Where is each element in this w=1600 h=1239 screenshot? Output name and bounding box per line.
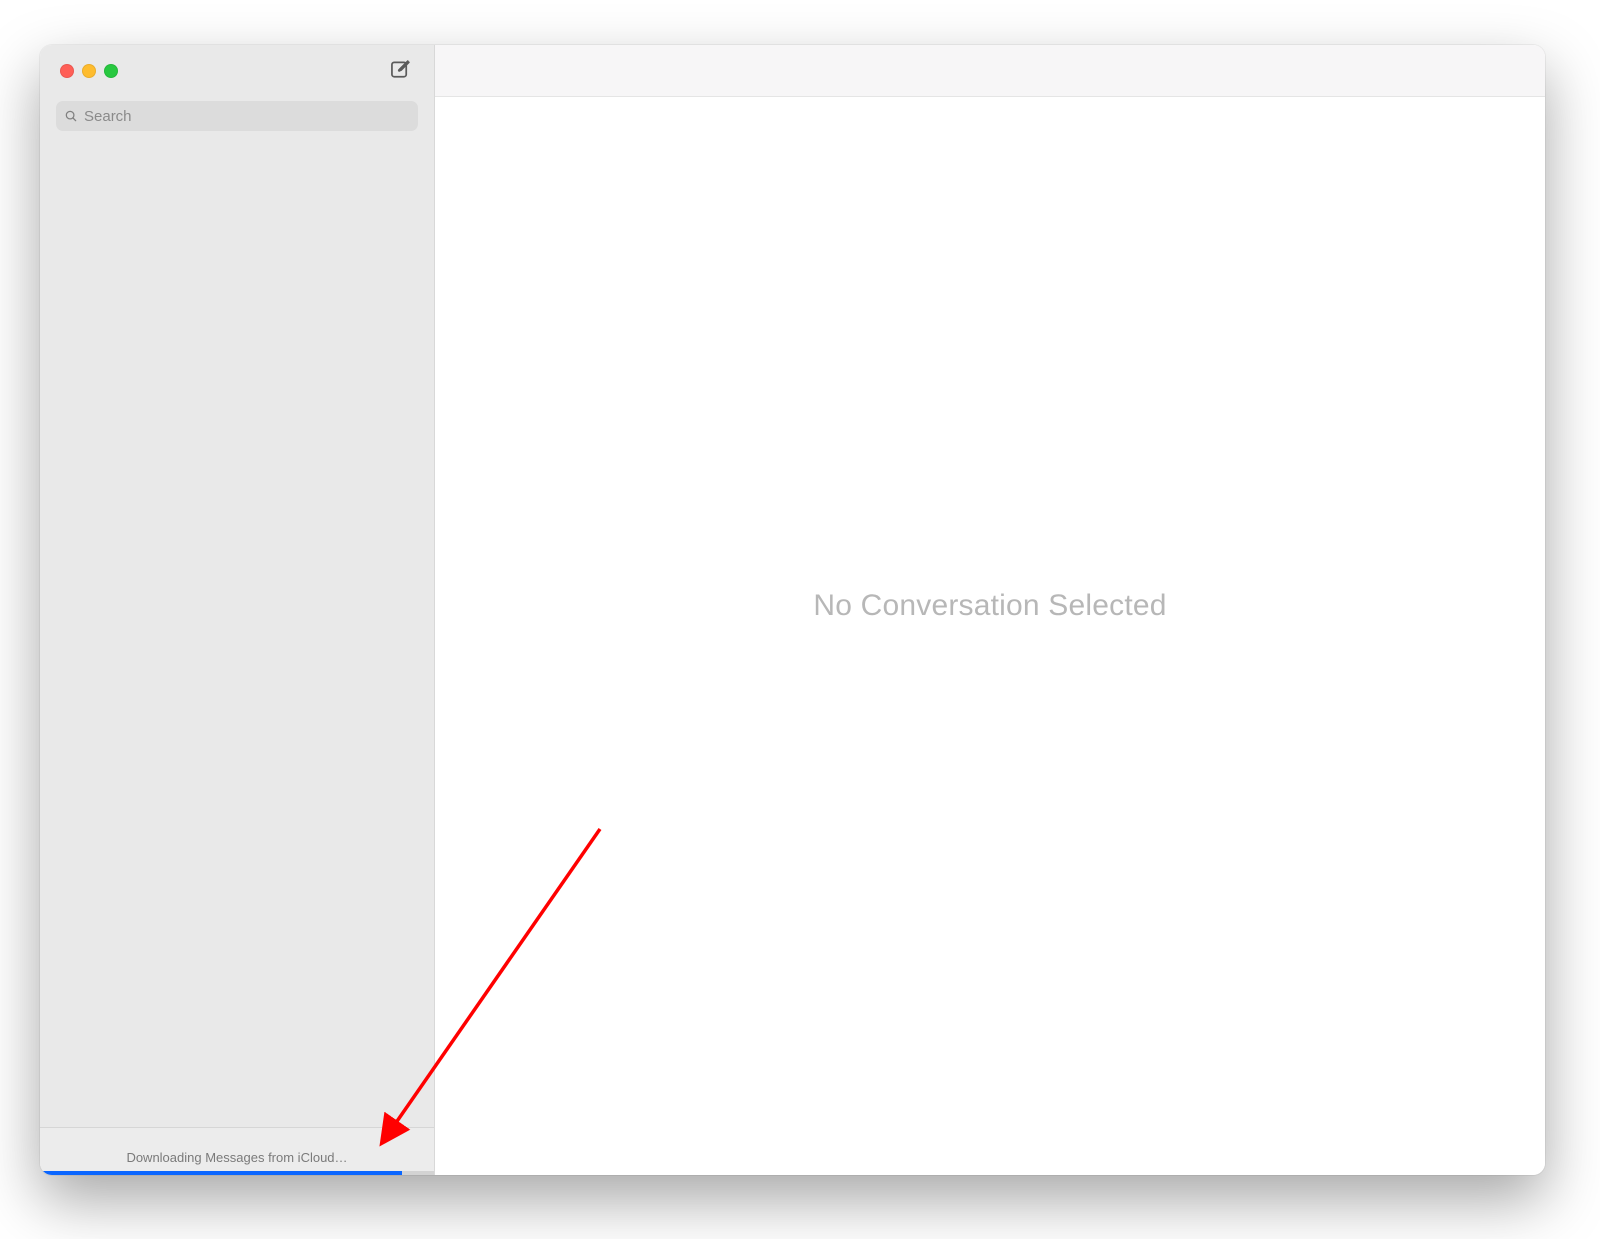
main-pane: No Conversation Selected [435,45,1545,1175]
sidebar: Downloading Messages from iCloud… [40,45,435,1175]
main-content: No Conversation Selected [435,97,1545,1175]
sidebar-titlebar [40,45,434,97]
sync-progress-track [40,1171,434,1175]
window-traffic-lights [60,64,118,78]
conversation-list [40,141,434,1127]
app-window: Downloading Messages from iCloud… No Con… [40,45,1545,1175]
compose-icon [389,58,411,85]
window-minimize-button[interactable] [82,64,96,78]
search-field[interactable] [56,101,418,131]
search-input[interactable] [84,108,410,125]
search-icon [64,109,78,123]
search-wrapper [40,97,434,141]
window-fullscreen-button[interactable] [104,64,118,78]
window-close-button[interactable] [60,64,74,78]
sidebar-footer: Downloading Messages from iCloud… [40,1127,434,1175]
sync-progress-fill [40,1171,402,1175]
main-titlebar [435,45,1545,97]
compose-new-message-button[interactable] [386,57,414,85]
empty-state-text: No Conversation Selected [813,589,1166,623]
